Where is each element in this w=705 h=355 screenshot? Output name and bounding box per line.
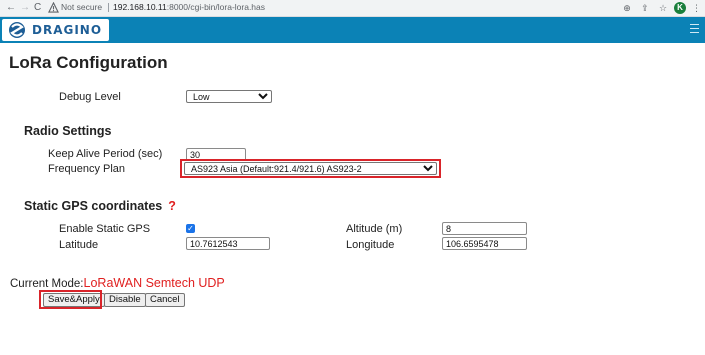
back-arrow-icon[interactable]: ←	[6, 1, 16, 15]
debug-level-label: Debug Level	[59, 91, 121, 103]
gps-help-icon[interactable]: ?	[168, 199, 176, 213]
page-title: LoRa Configuration	[9, 53, 168, 72]
cancel-button[interactable]: Cancel	[145, 293, 185, 307]
latitude-input[interactable]	[186, 237, 270, 250]
frequency-plan-label: Frequency Plan	[48, 163, 126, 175]
bookmark-star-icon[interactable]: ☆	[657, 2, 669, 14]
forward-arrow-icon[interactable]: →	[20, 1, 30, 15]
keep-alive-input[interactable]	[186, 148, 246, 161]
longitude-input[interactable]	[442, 237, 527, 250]
dragino-logo[interactable]: DRAGINO	[2, 19, 109, 41]
security-status[interactable]: Not secure	[61, 2, 102, 13]
app-header: DRAGINO	[0, 17, 705, 43]
keep-alive-label: Keep Alive Period (sec)	[48, 148, 163, 160]
url-host: 192.168.10.11	[113, 2, 167, 12]
radio-settings-heading: Radio Settings	[24, 124, 112, 138]
reload-icon[interactable]: C	[34, 1, 41, 15]
warning-icon	[48, 2, 59, 13]
hamburger-menu-icon[interactable]	[690, 24, 699, 34]
longitude-label: Longitude	[346, 239, 395, 251]
static-gps-heading-text: Static GPS coordinates	[24, 199, 163, 213]
url-path: :8000/cgi-bin/lora-lora.has	[166, 2, 266, 12]
url-text[interactable]: 192.168.10.11:8000/cgi-bin/lora-lora.has	[113, 2, 265, 13]
current-mode-value: LoRaWAN Semtech UDP	[83, 276, 225, 290]
logo-text: DRAGINO	[32, 23, 103, 37]
static-gps-heading: Static GPS coordinates?	[24, 199, 176, 213]
frequency-plan-select[interactable]: AS923 Asia (Default:921.4/921.6) AS923-2	[184, 162, 437, 175]
browser-menu-icon[interactable]: ⋮	[692, 2, 701, 14]
address-divider	[108, 3, 109, 12]
latitude-label: Latitude	[59, 239, 99, 251]
share-icon[interactable]: ⇪	[639, 2, 651, 14]
logo-mark-icon	[9, 22, 25, 38]
current-mode: Current Mode:LoRaWAN Semtech UDP	[10, 276, 225, 290]
altitude-label: Altitude (m)	[346, 223, 403, 235]
enable-static-gps-label: Enable Static GPS	[59, 223, 151, 235]
profile-avatar[interactable]: K	[674, 2, 686, 14]
debug-level-select[interactable]: Low	[186, 90, 272, 103]
browser-toolbar: ← → C Not secure 192.168.10.11:8000/cgi-…	[0, 0, 705, 17]
disable-button[interactable]: Disable	[104, 293, 146, 307]
altitude-input[interactable]	[442, 222, 527, 235]
zoom-icon[interactable]: ⊕	[621, 2, 633, 14]
current-mode-label: Current Mode:	[10, 278, 84, 290]
enable-static-gps-checkbox[interactable]: ✓	[186, 224, 195, 233]
save-apply-button[interactable]: Save&Apply	[43, 293, 105, 307]
